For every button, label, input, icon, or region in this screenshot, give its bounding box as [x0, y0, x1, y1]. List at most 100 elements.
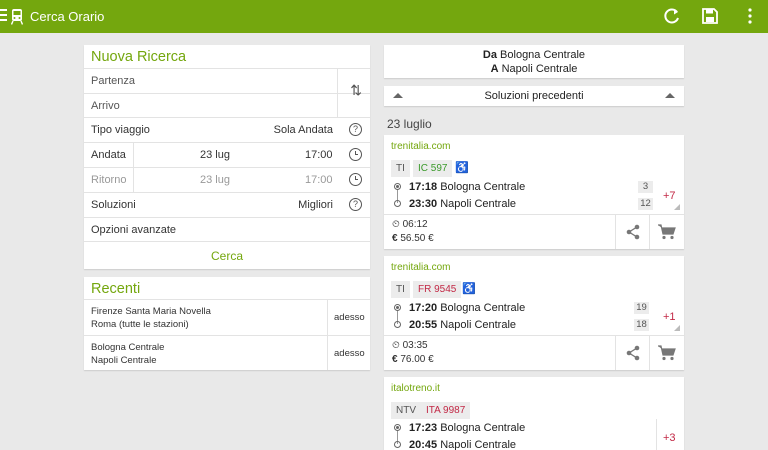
- arrival-station: Napoli Centrale: [440, 439, 517, 450]
- search-button[interactable]: Cerca: [84, 241, 370, 269]
- departure-field[interactable]: Partenza: [84, 68, 370, 93]
- outbound-clock-icon[interactable]: [349, 148, 362, 161]
- cart-icon: [658, 224, 676, 240]
- previous-solutions-button[interactable]: Soluzioni precedenti: [384, 86, 684, 106]
- arrival-station: Napoli Centrale: [440, 319, 517, 331]
- return-time[interactable]: 17:00: [305, 174, 333, 186]
- arrival-platform: 12: [638, 198, 653, 210]
- search-button-label: Cerca: [210, 249, 243, 263]
- cart-button[interactable]: [649, 336, 683, 370]
- departure-dot-icon: [394, 424, 401, 431]
- departure-station: Bologna Centrale: [440, 422, 526, 434]
- advanced-options-row[interactable]: Opzioni avanzate: [84, 217, 370, 241]
- return-clock-icon[interactable]: [349, 173, 362, 186]
- return-label: Ritorno: [91, 174, 127, 186]
- solution-card[interactable]: italotreno.it NTV ITA 9987 17:23 Bologna…: [384, 377, 684, 450]
- trip-type-label: Tipo viaggio: [91, 124, 150, 136]
- action-bar: Cerca Orario: [0, 0, 768, 33]
- accessible-icon: ♿: [462, 283, 476, 295]
- route-from-prefix: Da: [482, 49, 497, 61]
- arrival-time: 20:45: [409, 439, 438, 450]
- recent-card: Recenti Firenze Santa Maria Novella Roma…: [84, 277, 370, 370]
- search-card-title: Nuova Ricerca: [91, 49, 187, 65]
- share-icon: [626, 345, 640, 361]
- departure-time: 17:23: [409, 422, 438, 434]
- route-from: Bologna Centrale: [500, 49, 586, 61]
- train-number-chip: FR 9545: [413, 281, 462, 298]
- duration: 03:35: [402, 340, 428, 351]
- departure-dot-icon: [394, 304, 401, 311]
- save-icon[interactable]: [700, 6, 720, 26]
- train-number-chip: IC 597: [413, 160, 453, 177]
- refresh-icon[interactable]: [662, 6, 682, 26]
- departure-placeholder: Partenza: [91, 75, 136, 87]
- train-number-chip: ITA 9987: [421, 402, 471, 419]
- route-header: Da Bologna Centrale A Napoli Centrale: [384, 45, 684, 78]
- euro-icon: €: [392, 354, 398, 365]
- arrival-time: 23:30: [409, 198, 438, 210]
- departure-station: Bologna Centrale: [440, 302, 526, 314]
- share-icon: [626, 224, 640, 240]
- recent-item[interactable]: Firenze Santa Maria Novella Roma (tutte …: [84, 299, 370, 335]
- departure-dot-icon: [394, 183, 401, 190]
- departure-station: Bologna Centrale: [440, 181, 526, 193]
- operator-link[interactable]: italotreno.it: [391, 383, 440, 394]
- price: 56.50 €: [400, 233, 434, 244]
- trip-type-row[interactable]: Tipo viaggio Sola Andata ?: [84, 117, 370, 142]
- trip-type-value: Sola Andata: [273, 124, 333, 136]
- up-arrow-icon: [665, 93, 675, 98]
- cart-button[interactable]: [649, 215, 683, 249]
- recent-item-time: adesso: [334, 348, 365, 359]
- recent-card-title: Recenti: [91, 281, 141, 297]
- outbound-label: Andata: [91, 149, 126, 161]
- outbound-date[interactable]: 23 lug: [200, 149, 230, 161]
- euro-icon: €: [392, 233, 398, 244]
- price: 76.00 €: [400, 354, 434, 365]
- swap-stations-icon[interactable]: ⇅: [350, 82, 362, 99]
- arrival-dot-icon: [394, 441, 401, 448]
- extra-solutions-count[interactable]: +7: [663, 190, 676, 202]
- arrival-station: Napoli Centrale: [440, 198, 517, 210]
- arrival-dot-icon: [394, 321, 401, 328]
- solutions-label: Soluzioni: [91, 199, 136, 211]
- search-card: Nuova Ricerca Partenza Arrivo ⇅ Tipo via…: [84, 45, 370, 269]
- recent-item-to: Napoli Centrale: [91, 355, 157, 366]
- duration: 06:12: [402, 219, 428, 230]
- solutions-value: Migliori: [298, 199, 333, 211]
- extra-solutions-count[interactable]: +1: [663, 311, 676, 323]
- solution-card[interactable]: trenitalia.com TI IC 597 ♿ 17:18 Bologna…: [384, 135, 684, 249]
- return-row: Ritorno 23 lug 17:00: [84, 167, 370, 192]
- overflow-menu-icon[interactable]: [740, 6, 760, 26]
- app-title: Cerca Orario: [30, 9, 105, 24]
- arrival-dot-icon: [394, 200, 401, 207]
- extra-solutions-count[interactable]: +3: [663, 432, 676, 444]
- arrival-placeholder: Arrivo: [91, 100, 120, 112]
- arrival-field[interactable]: Arrivo: [84, 93, 370, 117]
- operator-link[interactable]: trenitalia.com: [391, 262, 450, 273]
- train-icon: [11, 9, 23, 25]
- share-button[interactable]: [615, 215, 649, 249]
- drawer-menu-icon[interactable]: [0, 9, 7, 23]
- route-to-prefix: A: [490, 63, 499, 75]
- solution-card[interactable]: trenitalia.com TI FR 9545 ♿ 17:20 Bologn…: [384, 256, 684, 370]
- train-category-chip: TI: [391, 160, 410, 177]
- advanced-options-label: Opzioni avanzate: [91, 224, 176, 236]
- recent-item[interactable]: Bologna Centrale Napoli Centrale adesso: [84, 335, 370, 370]
- outbound-row: Andata 23 lug 17:00: [84, 142, 370, 167]
- return-date[interactable]: 23 lug: [200, 174, 230, 186]
- operator-link[interactable]: trenitalia.com: [391, 141, 450, 152]
- cart-icon: [658, 345, 676, 361]
- departure-platform: 19: [634, 302, 649, 314]
- outbound-time[interactable]: 17:00: [305, 149, 333, 161]
- solutions-row[interactable]: Soluzioni Migliori ?: [84, 192, 370, 217]
- recent-item-to: Roma (tutte le stazioni): [91, 319, 189, 330]
- date-header: 23 luglio: [387, 117, 432, 131]
- recent-item-from: Firenze Santa Maria Novella: [91, 306, 211, 317]
- previous-solutions-label: Soluzioni precedenti: [484, 90, 584, 102]
- train-category-chip: NTV: [391, 402, 421, 419]
- trip-type-help-icon[interactable]: ?: [349, 123, 362, 136]
- departure-platform: 3: [638, 181, 653, 193]
- share-button[interactable]: [615, 336, 649, 370]
- recent-item-from: Bologna Centrale: [91, 342, 165, 353]
- solutions-help-icon[interactable]: ?: [349, 198, 362, 211]
